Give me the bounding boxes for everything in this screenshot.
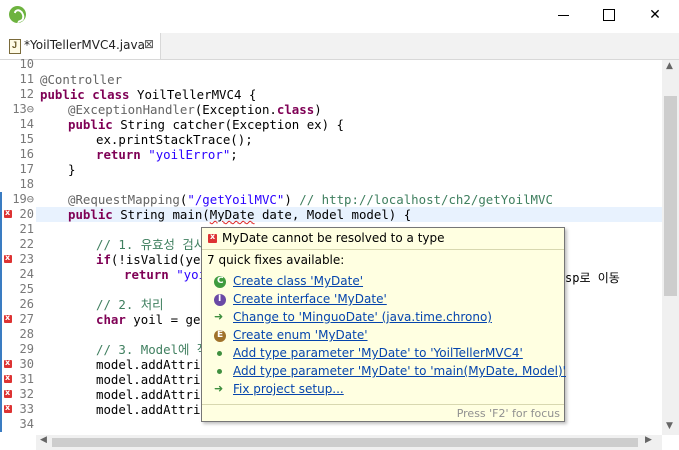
minimize-button[interactable]	[540, 0, 586, 30]
maximize-button[interactable]	[586, 0, 632, 30]
spring-tool-suite-icon	[9, 6, 26, 23]
code-line: ex.printStackTrace();	[96, 132, 253, 147]
code-line: model.addAttrib	[96, 387, 208, 402]
tab-yoiltellermvc4-java[interactable]: *YoilTellerMVC4.java ⊠	[0, 33, 161, 59]
error-marker-icon[interactable]	[4, 388, 14, 398]
code-line: @Controller	[40, 72, 123, 87]
line-number: 21	[19, 222, 34, 236]
line-number: 14	[19, 117, 34, 131]
line-number: 34	[19, 417, 34, 431]
editor-tab-bar: *YoilTellerMVC4.java ⊠	[0, 33, 679, 78]
type-param-icon	[214, 348, 226, 360]
quick-fix-footer: Press 'F2' for focus	[202, 404, 564, 422]
code-line: public String main(MyDate date, Model mo…	[68, 207, 412, 222]
quick-fix-link[interactable]: Fix project setup...	[233, 382, 344, 396]
java-file-icon	[9, 39, 21, 54]
quick-fix-item[interactable]: Fix project setup...	[202, 381, 564, 399]
code-line: model.addAttrib	[96, 402, 208, 417]
code-line: @RequestMapping("/getYoilMVC") // http:/…	[68, 192, 553, 207]
close-window-button[interactable]: ✕	[632, 0, 678, 30]
line-number: 24	[19, 267, 34, 281]
line-number: 19⊖	[12, 192, 34, 206]
line-number: 12	[19, 87, 34, 101]
code-line: return "yoilError";	[96, 147, 238, 162]
quick-fix-item[interactable]: Change to 'MinguoDate' (java.time.chrono…	[202, 309, 564, 327]
quick-fix-link[interactable]: Create enum 'MyDate'	[233, 328, 368, 342]
line-number: 29	[19, 342, 34, 356]
change-arrow-icon	[214, 382, 226, 396]
quick-fix-count: 7 quick fixes available:	[207, 253, 345, 267]
quick-fix-link[interactable]: Add type parameter 'MyDate' to 'YoilTell…	[233, 346, 523, 360]
tab-close-icon[interactable]: ⊠	[144, 37, 154, 51]
line-number: 15	[19, 132, 34, 146]
code-line: if(!isValid(yea	[96, 252, 208, 267]
quick-fix-item[interactable]: Create interface 'MyDate'	[202, 291, 564, 309]
scroll-right-arrow-icon[interactable]: ▶	[645, 435, 652, 445]
error-marker-icon[interactable]	[4, 373, 14, 383]
quick-fix-link[interactable]: Create class 'MyDate'	[233, 274, 363, 288]
code-line: model.addAttrib	[96, 372, 208, 387]
code-line: // 3. Model에 작	[96, 342, 209, 357]
line-number: 17	[19, 162, 34, 176]
quick-fix-popup[interactable]: MyDate cannot be resolved to a type 7 qu…	[201, 227, 566, 422]
change-arrow-icon	[214, 310, 226, 324]
line-number: 18	[19, 177, 34, 191]
scroll-left-arrow-icon[interactable]: ◀	[40, 435, 47, 445]
error-marker-icon[interactable]	[4, 208, 14, 218]
code-line: public class YoilTellerMVC4 {	[40, 87, 257, 102]
error-message: MyDate cannot be resolved to a type	[222, 231, 445, 245]
line-number: 28	[19, 327, 34, 341]
scroll-up-arrow-icon[interactable]: ▲	[666, 61, 673, 71]
code-line: // 2. 처리	[96, 297, 164, 312]
tab-label: *YoilTellerMVC4.java	[24, 38, 145, 52]
focus-hint: Press 'F2' for focus	[456, 407, 560, 420]
code-line: char yoil = get	[96, 312, 208, 327]
code-line: // 1. 유효성 검사	[96, 237, 206, 252]
error-marker-icon[interactable]	[4, 403, 14, 413]
quick-fix-item[interactable]: Add type parameter 'MyDate' to 'YoilTell…	[202, 345, 564, 363]
enum-icon	[214, 330, 226, 342]
error-marker-icon[interactable]	[4, 358, 14, 368]
quick-fix-item[interactable]: Add type parameter 'MyDate' to 'main(MyD…	[202, 363, 566, 381]
line-number: 25	[19, 282, 34, 296]
quick-fix-link[interactable]: Add type parameter 'MyDate' to 'main(MyD…	[233, 364, 566, 378]
scroll-down-arrow-icon[interactable]: ▼	[666, 421, 673, 431]
quick-fix-header: MyDate cannot be resolved to a type	[202, 228, 564, 250]
quick-fix-link[interactable]: Change to 'MinguoDate' (java.time.chrono…	[233, 310, 492, 324]
class-icon	[214, 276, 226, 288]
code-line: public String catcher(Exception ex) {	[68, 117, 345, 132]
line-number: 22	[19, 237, 34, 251]
code-line: }	[68, 162, 76, 177]
window-titlebar: ✕	[0, 0, 679, 30]
code-line: @ExceptionHandler(Exception.class)	[68, 102, 322, 117]
code-fragment: sp로 이동	[565, 271, 620, 285]
line-number: 13⊖	[12, 102, 34, 116]
line-number: 26	[19, 297, 34, 311]
error-icon	[208, 232, 218, 243]
quick-fix-item[interactable]: Create class 'MyDate'	[202, 273, 564, 291]
horizontal-scroll-thumb[interactable]	[52, 438, 638, 447]
interface-icon	[214, 294, 226, 306]
quick-fix-item[interactable]: Create enum 'MyDate'	[202, 327, 564, 345]
error-marker-icon[interactable]	[4, 313, 14, 323]
vertical-scroll-thumb[interactable]	[664, 96, 677, 296]
type-param-icon	[214, 366, 226, 378]
line-number: 10	[19, 57, 34, 71]
error-marker-icon[interactable]	[4, 253, 14, 263]
code-line: model.addAttrib	[96, 357, 208, 372]
quick-fix-link[interactable]: Create interface 'MyDate'	[233, 292, 387, 306]
line-number: 16	[19, 147, 34, 161]
code-line: return "yoi	[124, 267, 207, 282]
line-number: 11	[19, 72, 34, 86]
unresolved-type-error[interactable]: MyDate	[210, 207, 255, 222]
